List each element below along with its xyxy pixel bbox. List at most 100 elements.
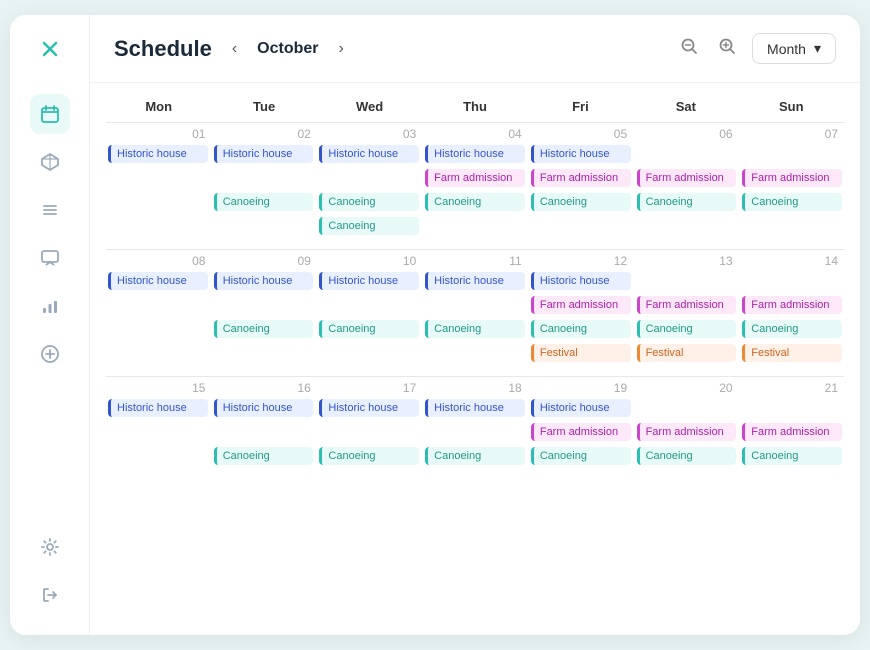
event-historic-house[interactable]: Historic house [319,145,419,163]
event-farm-admission[interactable]: Farm admission [742,169,842,187]
event-cell: Farm admission [635,167,739,189]
event-historic-house[interactable]: Historic house [108,272,208,290]
event-cell: Historic house [317,270,421,292]
event-canoeing[interactable]: Canoeing [425,320,525,338]
current-month: October [257,40,318,58]
event-canoeing[interactable]: Canoeing [214,447,314,465]
chart-icon[interactable] [30,286,70,326]
event-cell: Historic house [106,270,210,292]
event-row: Canoeing Canoeing Canoeing Canoeing Cano… [106,191,844,213]
event-farm-admission[interactable]: Farm admission [531,169,631,187]
event-canoeing[interactable]: Canoeing [214,193,314,211]
event-festival[interactable]: Festival [531,344,631,362]
event-cell [423,294,527,316]
event-historic-house[interactable]: Historic house [425,272,525,290]
event-historic-house[interactable]: Historic house [108,145,208,163]
date-04: 04 [422,127,527,143]
event-canoeing[interactable]: Canoeing [637,320,737,338]
add-icon[interactable] [30,334,70,374]
event-cell: Farm admission [740,167,844,189]
event-farm-admission[interactable]: Farm admission [637,296,737,314]
event-farm-admission[interactable]: Farm admission [742,423,842,441]
event-historic-house[interactable]: Historic house [531,272,631,290]
list-icon[interactable] [30,190,70,230]
event-canoeing[interactable]: Canoeing [214,320,314,338]
event-canoeing[interactable]: Canoeing [531,193,631,211]
event-cell [317,294,421,316]
event-canoeing[interactable]: Canoeing [637,193,737,211]
event-cell: Canoeing [317,191,421,213]
day-header-wed: Wed [317,95,422,118]
event-cell: Historic house [212,397,316,419]
event-historic-house[interactable]: Historic house [214,272,314,290]
week-events-1: Historic house Historic house Historic h… [106,143,844,245]
event-canoeing[interactable]: Canoeing [425,193,525,211]
event-festival[interactable]: Festival [742,344,842,362]
week-row-3: 15 16 17 18 19 20 21 Historic house Hist… [106,376,844,475]
next-month-button[interactable]: › [330,36,351,62]
event-historic-house[interactable]: Historic house [319,272,419,290]
event-historic-house[interactable]: Historic house [108,399,208,417]
page-title: Schedule [114,36,212,62]
event-row: Farm admission Farm admission Farm admis… [106,421,844,443]
event-canoeing[interactable]: Canoeing [531,447,631,465]
search-icon-zoom-out[interactable] [676,33,702,64]
calendar-icon[interactable] [30,94,70,134]
event-cell: Historic house [423,270,527,292]
date-03: 03 [317,127,422,143]
day-header-thu: Thu [422,95,527,118]
event-cell [529,215,633,237]
event-cell: Historic house [529,397,633,419]
settings-icon[interactable] [30,527,70,567]
event-canoeing[interactable]: Canoeing [319,447,419,465]
cube-icon[interactable] [30,142,70,182]
event-canoeing[interactable]: Canoeing [425,447,525,465]
date-14: 14 [739,254,844,270]
event-cell [106,191,210,213]
chat-icon[interactable] [30,238,70,278]
event-canoeing[interactable]: Canoeing [319,193,419,211]
event-historic-house[interactable]: Historic house [214,399,314,417]
logout-icon[interactable] [30,575,70,615]
event-farm-admission[interactable]: Farm admission [531,296,631,314]
event-historic-house[interactable]: Historic house [531,399,631,417]
event-cell [212,167,316,189]
event-farm-admission[interactable]: Farm admission [637,423,737,441]
view-dropdown[interactable]: Month ▾ [752,33,836,64]
event-cell: Farm admission [740,421,844,443]
date-02: 02 [211,127,316,143]
event-farm-admission[interactable]: Farm admission [425,169,525,187]
search-icon-zoom-in[interactable] [714,33,740,64]
event-cell [317,342,421,364]
date-20: 20 [633,381,738,397]
event-cell: Farm admission [529,294,633,316]
event-cell: Historic house [317,397,421,419]
event-canoeing[interactable]: Canoeing [742,447,842,465]
event-festival[interactable]: Festival [637,344,737,362]
event-historic-house[interactable]: Historic house [425,399,525,417]
event-historic-house[interactable]: Historic house [214,145,314,163]
event-canoeing[interactable]: Canoeing [319,217,419,235]
event-historic-house[interactable]: Historic house [531,145,631,163]
event-historic-house[interactable]: Historic house [319,399,419,417]
event-cell: Canoeing [740,445,844,467]
event-cell [635,397,739,419]
event-cell: Canoeing [529,445,633,467]
event-cell [106,342,210,364]
event-canoeing[interactable]: Canoeing [742,193,842,211]
event-canoeing[interactable]: Canoeing [531,320,631,338]
date-15: 15 [106,381,211,397]
event-canoeing[interactable]: Canoeing [742,320,842,338]
view-dropdown-label: Month [767,41,806,57]
event-canoeing[interactable]: Canoeing [637,447,737,465]
chevron-down-icon: ▾ [814,40,821,57]
event-farm-admission[interactable]: Farm admission [531,423,631,441]
event-farm-admission[interactable]: Farm admission [637,169,737,187]
prev-month-button[interactable]: ‹ [224,36,245,62]
event-cell [106,294,210,316]
event-canoeing[interactable]: Canoeing [319,320,419,338]
event-historic-house[interactable]: Historic house [425,145,525,163]
event-row: Historic house Historic house Historic h… [106,397,844,419]
event-farm-admission[interactable]: Farm admission [742,296,842,314]
event-cell: Historic house [212,143,316,165]
